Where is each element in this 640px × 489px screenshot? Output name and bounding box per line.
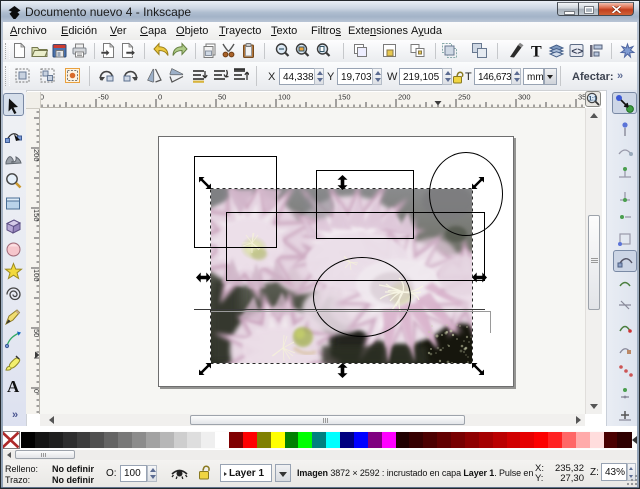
svg-text:200: 200 (32, 149, 40, 162)
svg-text:100: 100 (278, 93, 291, 102)
svg-text:100: 100 (32, 269, 40, 282)
svg-text:50: 50 (218, 93, 226, 102)
svg-text:150: 150 (338, 93, 351, 102)
svg-text:T: T (531, 44, 542, 60)
svg-text:200: 200 (398, 93, 411, 102)
svg-text:A: A (7, 377, 20, 395)
svg-text:150: 150 (32, 209, 40, 222)
svg-text:50: 50 (32, 329, 40, 337)
svg-text:0: 0 (32, 389, 40, 393)
svg-text:-50: -50 (98, 93, 109, 102)
svg-text:0: 0 (158, 93, 162, 102)
svg-text:350: 350 (578, 93, 585, 102)
svg-text:250: 250 (458, 93, 471, 102)
svg-text:300: 300 (518, 93, 531, 102)
svg-text:<>: <> (571, 47, 583, 58)
